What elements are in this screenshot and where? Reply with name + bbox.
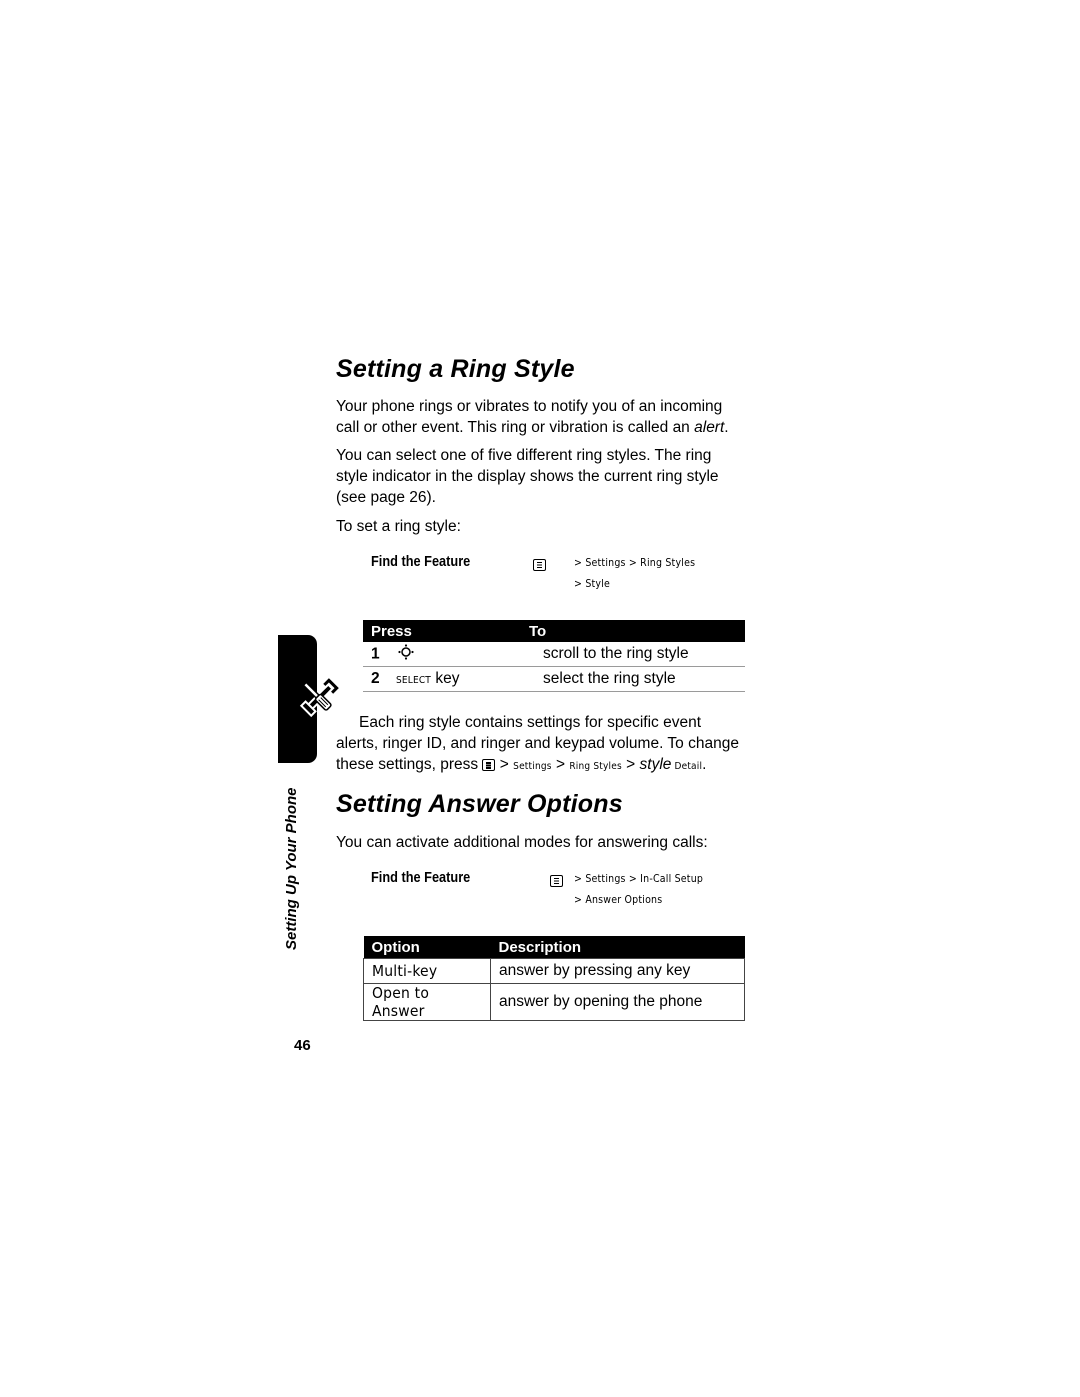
path-detail: Detail	[671, 761, 703, 772]
to-cell: scroll to the ring style	[521, 642, 745, 667]
menu-key-icon	[482, 758, 496, 771]
feature-path-line2: > Style	[574, 578, 611, 590]
path-separator: >	[495, 756, 514, 773]
tip-line-3: these settings, press	[336, 756, 479, 773]
key-word: key	[431, 670, 460, 687]
option-description: answer by opening the phone	[490, 983, 745, 1021]
header-option: Option	[363, 936, 491, 959]
feature-path-line2: > Answer Options	[574, 894, 663, 906]
select-key-label: SELECT	[395, 675, 432, 686]
press-table-header: Press To	[363, 620, 745, 642]
path-ring-styles: Ring Styles	[569, 761, 622, 772]
feature-path-line1: > Settings > Ring Styles	[574, 557, 696, 569]
tip-line-1: Each ring style contains settings for sp…	[359, 714, 702, 731]
ring-style-instruction: To set a ring style:	[336, 518, 461, 535]
options-table-header: Option Description	[363, 936, 745, 959]
option-description: answer by pressing any key	[490, 958, 745, 984]
answer-options-intro: You can activate additional modes for an…	[336, 834, 708, 851]
ring-style-intro: Your phone rings or vibrates to notify y…	[336, 396, 746, 438]
header-press: Press	[363, 620, 521, 642]
find-the-feature-label: Find the Feature	[371, 554, 471, 570]
table-row: 2 SELECT key select the ring style	[363, 666, 745, 692]
intro-end: .	[724, 419, 729, 436]
find-the-feature-label: Find the Feature	[371, 870, 471, 886]
header-to: To	[521, 620, 745, 642]
path-style: style	[639, 756, 672, 773]
path-settings: Settings	[513, 761, 552, 772]
tip-end: .	[702, 756, 707, 773]
section-title-ring-style: Setting a Ring Style	[336, 355, 575, 383]
step-number: 1	[371, 645, 380, 663]
page-number: 46	[294, 1037, 311, 1054]
press-cell: 2 SELECT key	[363, 666, 521, 692]
to-cell: select the ring style	[521, 666, 745, 692]
options-table: Option Description Multi-key answer by p…	[363, 936, 745, 1021]
press-table: Press To 1 scroll to the ring style 2 SE…	[363, 620, 745, 692]
feature-path-line1: > Settings > In-Call Setup	[574, 873, 704, 885]
table-row: 1 scroll to the ring style	[363, 642, 745, 667]
option-name: Multi-key	[363, 958, 491, 984]
header-description: Description	[490, 936, 745, 959]
table-row: Open to Answer answer by opening the pho…	[363, 983, 745, 1021]
option-name: Open to Answer	[363, 983, 491, 1021]
menu-key-icon	[533, 558, 546, 571]
chapter-label: Setting Up Your Phone	[283, 787, 300, 950]
alert-term: alert	[694, 419, 725, 436]
table-row: Multi-key answer by pressing any key	[363, 958, 745, 984]
step-number: 2	[371, 670, 380, 687]
press-cell: 1	[363, 642, 521, 667]
navigation-key-icon	[398, 643, 414, 665]
section-title-answer-options: Setting Answer Options	[336, 790, 623, 818]
intro-text: Your phone rings or vibrates to notify y…	[336, 398, 723, 436]
path-separator: >	[621, 756, 640, 773]
path-separator: >	[551, 756, 570, 773]
tip-line-2: alerts, ringer ID, and ringer and keypad…	[336, 735, 739, 752]
ring-style-tip: Each ring style contains settings for sp…	[336, 712, 739, 777]
ring-style-description: You can select one of five different rin…	[336, 447, 719, 506]
menu-key-icon	[550, 874, 564, 887]
